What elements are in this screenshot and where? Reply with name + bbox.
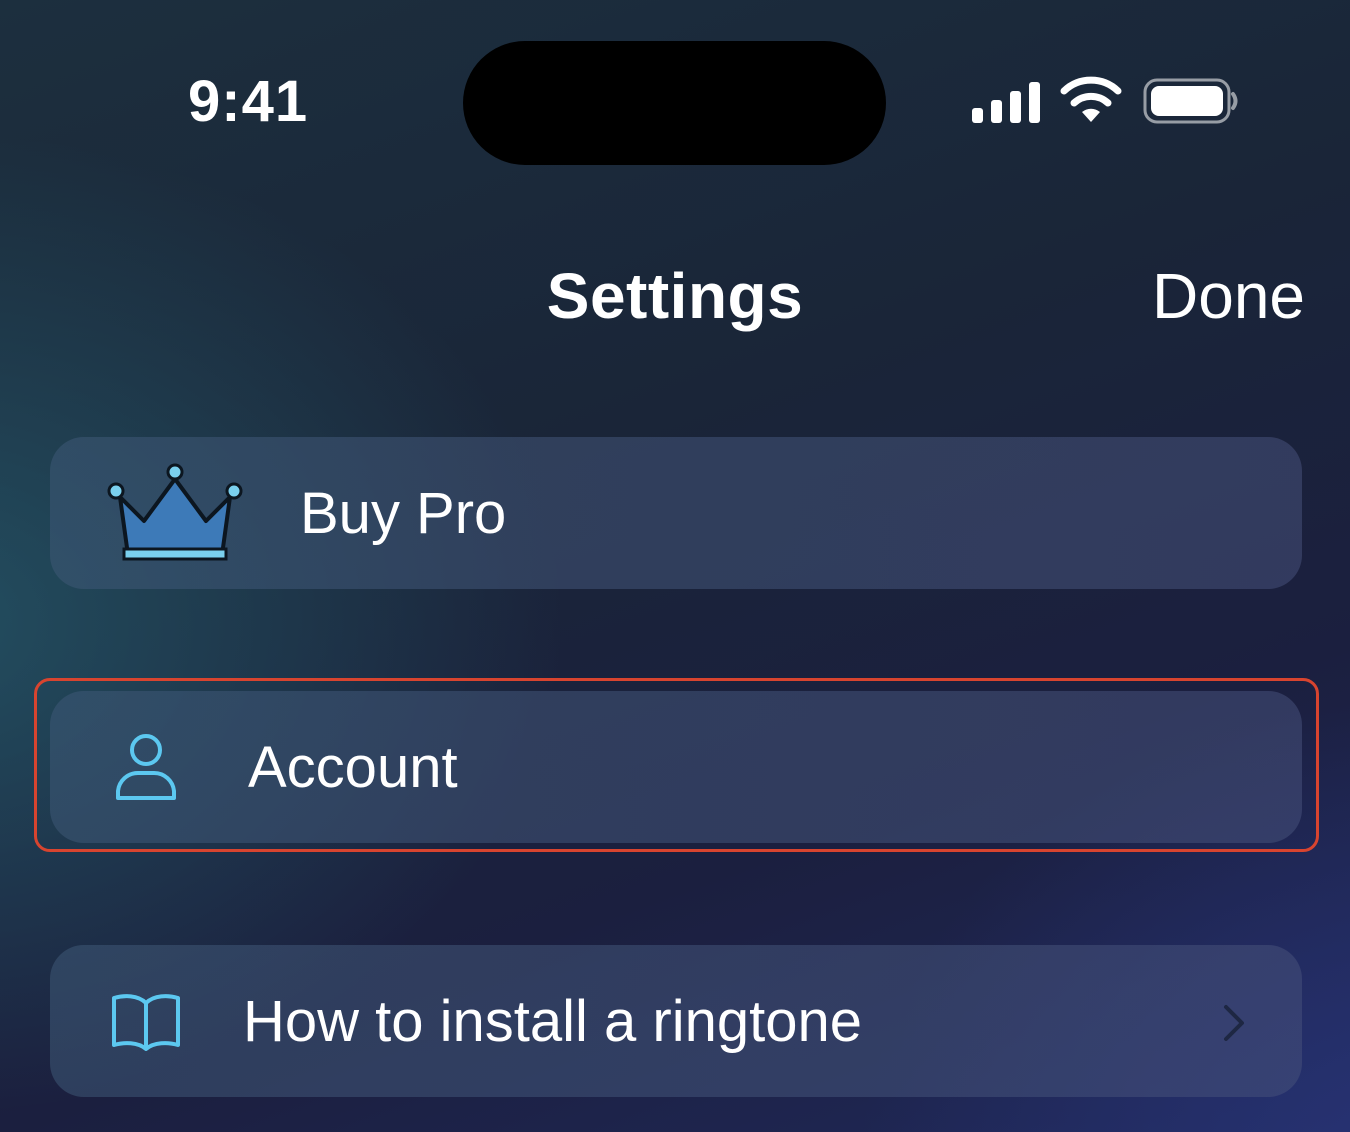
- how-to-install-ringtone-row[interactable]: How to install a ringtone: [50, 945, 1302, 1097]
- book-icon: [112, 994, 180, 1051]
- account-label: Account: [248, 735, 458, 800]
- person-icon: [116, 734, 176, 800]
- wifi-icon: [1060, 76, 1122, 122]
- status-time: 9:41: [188, 69, 309, 134]
- battery-full-icon: [1143, 78, 1238, 124]
- page-title: Settings: [546, 260, 804, 332]
- done-button[interactable]: Done: [1100, 258, 1305, 334]
- how-to-install-ringtone-label: How to install a ringtone: [243, 989, 862, 1054]
- dynamic-island: [463, 41, 886, 165]
- cellular-signal-icon: [972, 82, 1040, 123]
- buy-pro-label: Buy Pro: [300, 481, 507, 546]
- settings-screen: 9:41 Settings Done Buy Pro Account How t…: [0, 0, 1350, 1132]
- chevron-right-icon: [1224, 1005, 1244, 1041]
- account-row[interactable]: Account: [50, 691, 1302, 843]
- buy-pro-row[interactable]: Buy Pro: [50, 437, 1302, 589]
- crown-icon: [107, 463, 243, 561]
